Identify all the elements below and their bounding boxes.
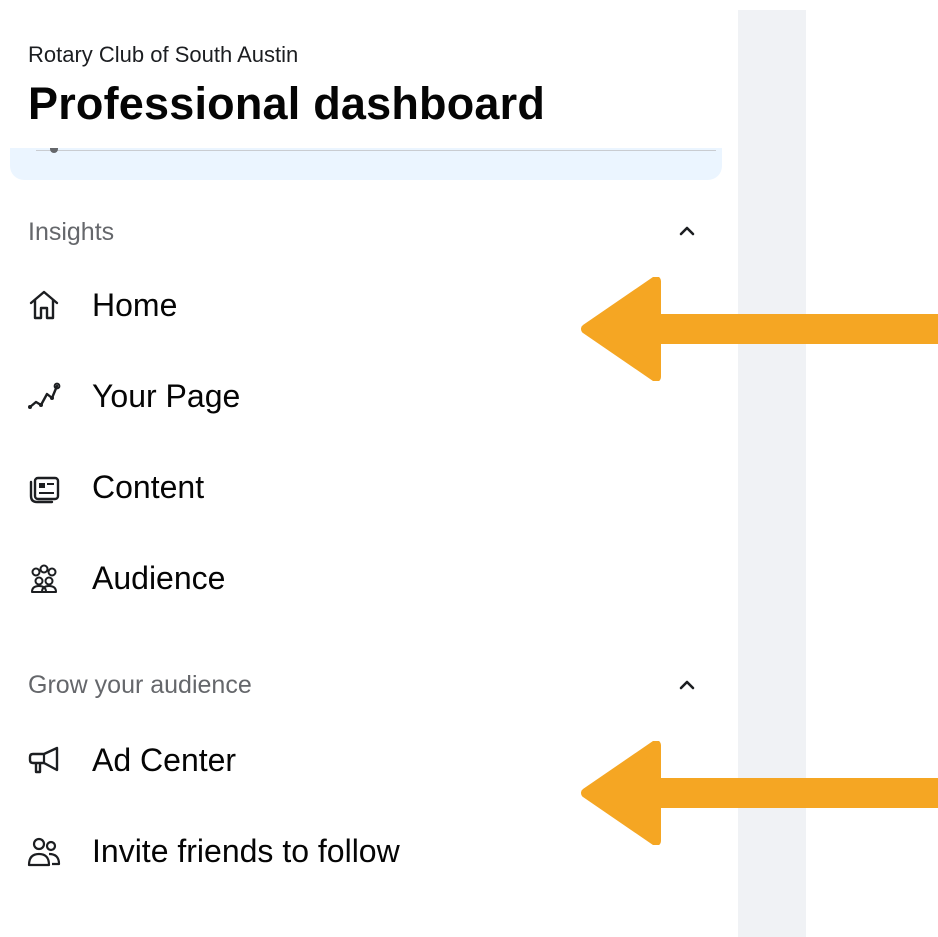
page-name: Rotary Club of South Austin bbox=[28, 42, 299, 67]
sidebar-item-content[interactable]: Content bbox=[24, 457, 714, 517]
invite-friends-icon bbox=[24, 831, 64, 871]
collapse-grow-button[interactable] bbox=[672, 670, 702, 700]
sidebar-item-label: Your Page bbox=[92, 377, 241, 414]
section-label-grow-your-audience: Grow your audience bbox=[28, 671, 252, 699]
audience-icon bbox=[24, 558, 64, 598]
annotation-arrow-ad-center bbox=[581, 741, 938, 845]
sidebar-item-label: Invite friends to follow bbox=[92, 832, 400, 869]
collapsed-card bbox=[10, 148, 722, 180]
page-title: Professional dashboard bbox=[28, 78, 546, 129]
sidebar-item-label: Home bbox=[92, 286, 178, 323]
home-icon bbox=[24, 285, 64, 325]
sidebar-item-label: Ad Center bbox=[92, 741, 237, 778]
card-icon-fragment bbox=[50, 148, 58, 153]
annotation-arrow-home bbox=[581, 277, 938, 381]
sidebar-item-label: Content bbox=[92, 468, 205, 505]
page: Rotary Club of South Austin Professional… bbox=[0, 0, 938, 937]
sidebar-item-label: Audience bbox=[92, 559, 226, 596]
trend-line-icon bbox=[24, 376, 64, 416]
chevron-up-icon bbox=[679, 226, 695, 236]
card-divider bbox=[36, 150, 716, 151]
collapse-insights-button[interactable] bbox=[672, 216, 702, 246]
megaphone-icon bbox=[24, 740, 64, 780]
chevron-up-icon bbox=[679, 680, 695, 690]
content-icon bbox=[24, 467, 64, 507]
section-label-insights: Insights bbox=[28, 218, 115, 246]
sidebar-item-audience[interactable]: Audience bbox=[24, 548, 714, 608]
